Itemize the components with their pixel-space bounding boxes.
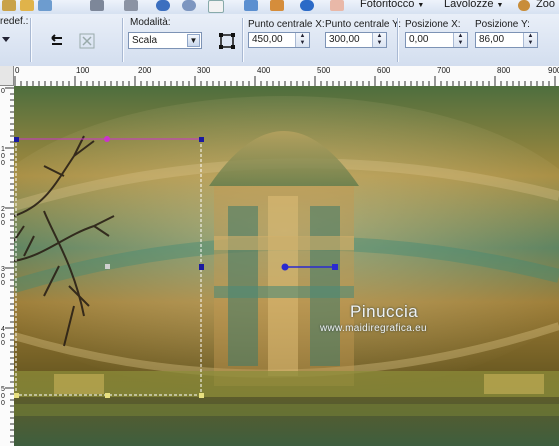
adjust-icon[interactable]: [270, 0, 284, 11]
top-toolbar: Fotoritocco ▼ Lavolozze ▼ Zoo: [0, 0, 559, 15]
chevron-down-icon[interactable]: ▼: [187, 34, 200, 47]
ruler-label: 800: [497, 66, 511, 75]
pos-y-input[interactable]: 86,00 ▲ ▼: [475, 32, 538, 48]
ruler-label: 4 0 0: [1, 326, 5, 347]
image-icon[interactable]: [244, 0, 258, 11]
preset-dropdown-icon[interactable]: [2, 34, 10, 42]
artwork: [14, 86, 559, 446]
menu-tavolozze[interactable]: Lavolozze ▼: [444, 0, 503, 10]
scan-icon[interactable]: [124, 0, 138, 11]
mode-value: Scala: [132, 35, 158, 46]
center-y-value: 300,00: [329, 34, 360, 45]
center-y-input[interactable]: 300,00 ▲ ▼: [325, 32, 387, 48]
pos-x-input[interactable]: 0,00 ▲ ▼: [405, 32, 468, 48]
ruler-label: 200: [138, 66, 152, 75]
ruler-label: 600: [377, 66, 391, 75]
chevron-down-icon: ▼: [496, 2, 504, 9]
mode-select[interactable]: Scala ▼: [128, 32, 202, 49]
cancel-icon[interactable]: [76, 30, 98, 52]
menu-fotoritocco[interactable]: Fotoritocco ▼: [360, 0, 424, 10]
pos-y-label: Posizione Y:: [475, 19, 530, 30]
print-icon[interactable]: [90, 0, 104, 11]
browse-icon[interactable]: [38, 0, 52, 11]
ruler-label: 700: [437, 66, 451, 75]
mode-label: Modalità:: [130, 17, 171, 28]
ruler-label: 500: [317, 66, 331, 75]
center-y-label: Punto centrale Y:: [325, 19, 401, 30]
ruler-label: 5 0 0: [1, 386, 5, 407]
pos-y-value: 86,00: [479, 34, 505, 45]
redo-icon[interactable]: [182, 0, 196, 11]
watermark-title: Pinuccia: [350, 302, 419, 321]
ruler-label: 300: [197, 66, 211, 75]
separator: [242, 18, 243, 62]
separator: [397, 18, 398, 62]
spinner-arrows-icon[interactable]: ▲ ▼: [523, 33, 537, 47]
vertical-ruler[interactable]: 0 1 0 0 2 0 0 3 0 0 4 0 0 5 0 0: [0, 86, 15, 446]
open-icon[interactable]: [20, 0, 34, 11]
spinner-arrows-icon[interactable]: ▲ ▼: [295, 33, 309, 47]
zoom-icon[interactable]: [518, 0, 530, 11]
ruler-label: 100: [76, 66, 90, 75]
ruler-label: 400: [257, 66, 271, 75]
ruler-label: 0: [1, 88, 5, 95]
undo-icon[interactable]: [156, 0, 170, 11]
center-x-input[interactable]: 450,00 ▲ ▼: [248, 32, 310, 48]
pos-x-label: Posizione X:: [405, 19, 461, 30]
preset-label: redef.:: [0, 16, 29, 27]
pos-x-value: 0,00: [409, 34, 429, 45]
ruler-label: 900: [548, 66, 559, 75]
ruler-label: 1 0 0: [1, 146, 5, 167]
copy-icon[interactable]: [208, 0, 224, 13]
ruler-label: 0: [15, 66, 20, 75]
image-canvas[interactable]: Pinuccia www.maidiregrafica.eu: [14, 86, 559, 446]
ruler-corner: [0, 66, 14, 86]
tool-options-bar: redef.: Modalità: Scala ▼ Punto centrale…: [0, 14, 559, 67]
separator: [30, 18, 31, 62]
horizontal-ruler[interactable]: 0 100 200 300 400 500 600 700 800 900: [14, 66, 559, 87]
center-x-value: 450,00: [252, 34, 283, 45]
info-icon[interactable]: [300, 0, 314, 11]
spinner-arrows-icon[interactable]: ▲ ▼: [453, 33, 467, 47]
spinner-arrows-icon[interactable]: ▲ ▼: [372, 33, 386, 47]
erase-icon[interactable]: [330, 0, 344, 11]
ruler-label: 3 0 0: [1, 266, 5, 287]
reset-icon[interactable]: [46, 30, 68, 52]
reset-rectangle-icon[interactable]: [216, 30, 238, 52]
ruler-label: 2 0 0: [1, 206, 5, 227]
chevron-down-icon: ▼: [417, 2, 425, 9]
separator: [122, 18, 123, 62]
menu-zoom[interactable]: Zoo: [536, 0, 555, 10]
center-x-label: Punto centrale X:: [248, 19, 325, 30]
save-icon[interactable]: [2, 0, 16, 11]
watermark-url: www.maidiregrafica.eu: [320, 323, 427, 334]
